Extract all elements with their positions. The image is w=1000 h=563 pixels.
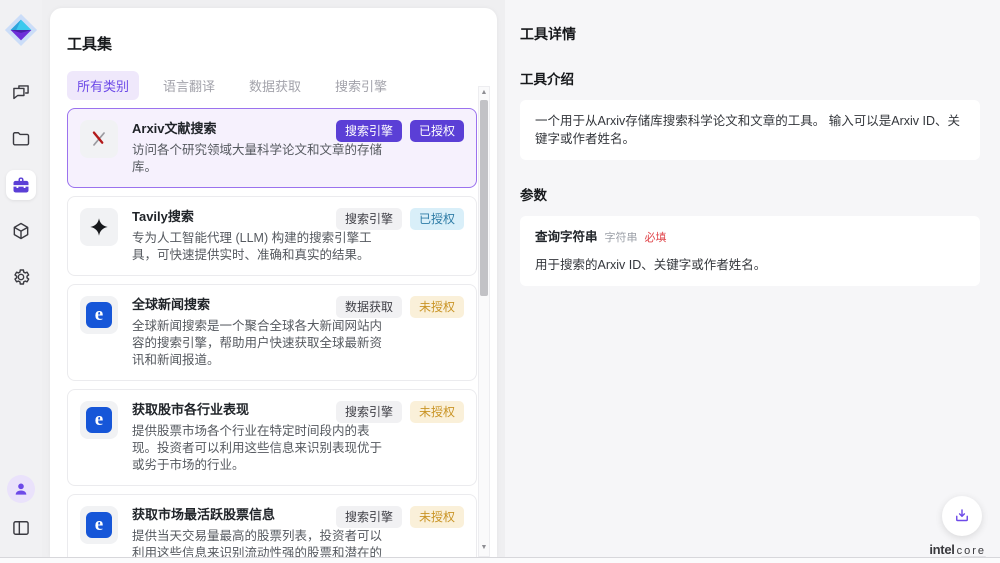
sidebar-bottom (6, 475, 36, 543)
tool-details-panel: 工具详情 工具介绍 一个用于从Arxiv存储库搜索科学论文和文章的工具。 输入可… (505, 0, 1000, 557)
tool-card-active-stocks[interactable]: e 获取市场最活跃股票信息 提供当天交易量最高的股票列表，投资者可以利用这些信息… (67, 494, 477, 557)
param-description: 用于搜索的Arxiv ID、关键字或作者姓名。 (535, 256, 965, 274)
tool-card-sector-performance[interactable]: e 获取股市各行业表现 提供股票市场各个行业在特定时间段内的表现。投资者可以利用… (67, 389, 477, 486)
auth-status-badge: 已授权 (410, 208, 464, 230)
category-tabs: 所有类别 语言翻译 数据获取 搜索引擎 (67, 71, 497, 100)
tools-panel: 工具集 所有类别 语言翻译 数据获取 搜索引擎 Arxiv文献搜索 访问各个研究… (50, 8, 497, 557)
sidebar-nav (6, 78, 36, 292)
tool-intro-text: 一个用于从Arxiv存储库搜索科学论文和文章的工具。 输入可以是Arxiv ID… (535, 114, 960, 146)
tab-language-translation[interactable]: 语言翻译 (153, 71, 225, 100)
tool-card-list: Arxiv文献搜索 访问各个研究领域大量科学论文和文章的存储库。 搜索引擎 已授… (67, 108, 477, 557)
settings-gear-icon[interactable] (6, 262, 36, 292)
params-heading: 参数 (520, 184, 980, 204)
arxiv-logo-icon (80, 120, 118, 158)
category-badge: 搜索引擎 (336, 120, 402, 142)
tab-search-engine[interactable]: 搜索引擎 (325, 71, 397, 100)
tool-description: 提供当天交易量最高的股票列表，投资者可以利用这些信息来识别流动性强的股票和潜在的… (132, 528, 384, 557)
tavily-star-icon (80, 208, 118, 246)
tool-description: 专为人工智能代理 (LLM) 构建的搜索引擎工具，可快速提供实时、准确和真实的结… (132, 230, 384, 264)
tool-description: 提供股票市场各个行业在特定时间段内的表现。投资者可以利用这些信息来识别表现优于或… (132, 423, 384, 474)
intel-wordmark: intel (929, 542, 954, 557)
auth-status-badge: 未授权 (410, 506, 464, 528)
param-type: 字符串 (605, 229, 638, 247)
chat-icon[interactable] (6, 78, 36, 108)
cube-icon[interactable] (6, 216, 36, 246)
news-e-logo-icon: e (80, 506, 118, 544)
layout-panel-icon[interactable] (6, 513, 36, 543)
download-icon (953, 507, 971, 525)
category-badge: 搜索引擎 (336, 506, 402, 528)
category-badge: 数据获取 (336, 296, 402, 318)
news-e-logo-icon: e (80, 401, 118, 439)
folder-icon[interactable] (6, 124, 36, 154)
parameter-box: 查询字符串 字符串 必填 用于搜索的Arxiv ID、关键字或作者姓名。 (520, 216, 980, 286)
tool-description: 访问各个研究领域大量科学论文和文章的存储库。 (132, 142, 384, 176)
tab-data-acquisition[interactable]: 数据获取 (239, 71, 311, 100)
tool-intro-box: 一个用于从Arxiv存储库搜索科学论文和文章的工具。 输入可以是Arxiv ID… (520, 100, 980, 160)
tool-card-global-news[interactable]: e 全球新闻搜索 全球新闻搜索是一个聚合全球各大新闻网站内容的搜索引擎，帮助用户… (67, 284, 477, 381)
param-name: 查询字符串 (535, 228, 598, 246)
scroll-up-arrow-icon[interactable]: ▲ (479, 87, 489, 99)
download-button[interactable] (942, 496, 982, 536)
param-required-badge: 必填 (645, 229, 667, 247)
tool-description: 全球新闻搜索是一个聚合全球各大新闻网站内容的搜索引擎，帮助用户快速获取全球最新资… (132, 318, 384, 369)
details-title: 工具详情 (520, 24, 980, 44)
tool-card-arxiv[interactable]: Arxiv文献搜索 访问各个研究领域大量科学论文和文章的存储库。 搜索引擎 已授… (67, 108, 477, 188)
intel-core-logo: intel core ULTRA (929, 542, 986, 557)
tool-list-scrollbar: ▲ ▼ (478, 86, 490, 557)
sidebar (0, 0, 42, 557)
auth-status-badge: 已授权 (410, 120, 464, 142)
toolbox-icon[interactable] (6, 170, 36, 200)
tab-all-categories[interactable]: 所有类别 (67, 71, 139, 100)
window-bottom-edge (0, 557, 1000, 563)
page-title: 工具集 (67, 33, 497, 54)
category-badge: 搜索引擎 (336, 401, 402, 423)
user-icon[interactable] (7, 475, 35, 503)
tool-card-tavily[interactable]: Tavily搜索 专为人工智能代理 (LLM) 构建的搜索引擎工具，可快速提供实… (67, 196, 477, 276)
intro-heading: 工具介绍 (520, 68, 980, 88)
auth-status-badge: 未授权 (410, 296, 464, 318)
scroll-down-arrow-icon[interactable]: ▼ (479, 542, 489, 554)
app-logo-diamond-icon (3, 12, 39, 48)
category-badge: 搜索引擎 (336, 208, 402, 230)
news-e-logo-icon: e (80, 296, 118, 334)
auth-status-badge: 未授权 (410, 401, 464, 423)
scrollbar-thumb[interactable] (480, 100, 488, 296)
